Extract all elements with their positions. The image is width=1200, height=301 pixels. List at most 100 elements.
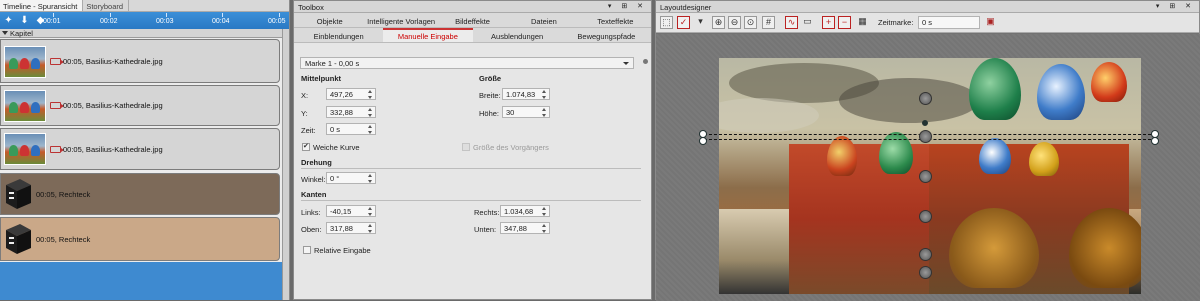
section-groesse: Größe [479,74,502,83]
motion-point-handle[interactable] [919,266,932,279]
layoutdesigner-panel: Layoutdesigner ▾ ⊞ ✕ ⬚ ✓ ▾ ⊕ ⊖ ⊙ # ∿ ▭ +… [655,0,1200,301]
links-input[interactable]: -40,15 [326,205,376,217]
zeitmarke-input[interactable]: 0 s [918,16,980,29]
toolbox-titlebar: Toolbox ▾ ⊞ ✕ [294,1,651,13]
rotate-handle[interactable] [922,120,928,126]
timeline-ruler[interactable]: ✦ ⬇ ◆ 00:01 00:02 00:03 00:04 00:05 [0,12,289,29]
timeline-panel: Timeline - Spuransicht Storyboard ✦ ⬇ ◆ … [0,0,290,300]
unten-input[interactable]: 347,88 [500,222,550,234]
ruler-tick-label: 00:04 [212,18,230,25]
scroll-indicator-icon[interactable] [643,59,648,64]
clip-label: 00:05, Basilius-Kathedrale.jpg [63,145,163,154]
timeline-clip[interactable]: 00:05, Rechteck [0,173,280,215]
panel-window-buttons[interactable]: ▾ ⊞ ✕ [1156,2,1195,10]
weiche-kurve-label: Weiche Kurve [313,143,360,152]
breite-input[interactable]: 1.074,83 [502,88,550,100]
ruler-tick-label: 00:02 [100,18,118,25]
section-kanten: Kanten [301,190,327,199]
save-icon[interactable]: ▣ [984,16,997,29]
timeline-scrollbar[interactable] [282,29,289,300]
hoehe-label: Höhe: [479,109,500,118]
x-input[interactable]: 497,26 [326,88,376,100]
relative-eingabe-checkbox[interactable] [303,246,311,254]
tab-bildeffekte[interactable]: Bildeffekte [437,13,508,27]
tab-bewegungspfade[interactable]: Bewegungspfade [562,28,651,42]
layout-canvas[interactable] [656,34,1200,301]
relative-eingabe-label: Relative Eingabe [314,246,371,255]
y-label: Y: [301,109,308,118]
marker-select[interactable]: Marke 1 - 0,00 s [300,57,634,69]
zeit-input[interactable]: 0 s [326,123,376,135]
ruler-tick-label: 00:03 [156,18,174,25]
align-icon[interactable]: ▦ [856,16,869,29]
winkel-input[interactable]: 0 ° [326,172,376,184]
collapse-caret-icon[interactable] [2,31,8,35]
rechts-input[interactable]: 1.034,68 [500,205,550,217]
hoehe-input[interactable]: 30 [502,106,550,118]
remove-marker-icon[interactable]: − [838,16,851,29]
timeline-clip[interactable]: 00:05, Basilius-Kathedrale.jpg [0,85,280,126]
oben-input[interactable]: 317,88 [326,222,376,234]
chapter-row[interactable]: Kapitel [0,29,282,38]
timeline-clip[interactable]: 00:05, Rechteck [0,217,280,261]
fit-view-icon[interactable]: ✓ [677,16,690,29]
marker-add-icon[interactable]: ✦ [3,15,14,26]
toolbox-tabs-row1: Objekte Intelligente Vorlagen Bildeffekt… [294,13,651,28]
playhead-icon[interactable]: ⬇ [19,15,30,26]
section-drehung: Drehung [301,158,332,167]
weiche-kurve-checkbox[interactable] [302,142,310,151]
motion-point-handle[interactable] [919,170,932,183]
dropdown-arrow-icon[interactable]: ▾ [694,16,707,29]
zoom-fit-icon[interactable]: ⊙ [744,16,757,29]
tab-ausblendungen[interactable]: Ausblendungen [473,28,562,42]
timeline-tabbar: Timeline - Spuransicht Storyboard [0,0,289,12]
motion-point-handle[interactable] [919,248,932,261]
add-marker-icon[interactable]: + [822,16,835,29]
tab-manuelle-eingabe[interactable]: Manuelle Eingabe [383,28,473,42]
video-camera-icon [50,102,64,109]
resize-handle[interactable] [699,137,707,145]
zoom-out-icon[interactable]: ⊖ [728,16,741,29]
timeline-clip[interactable]: 00:05, Basilius-Kathedrale.jpg [0,128,280,170]
marker-select-value: Marke 1 - 0,00 s [305,59,360,68]
camera-icon[interactable]: ▭ [801,16,814,29]
motion-point-handle[interactable] [919,130,932,143]
select-tool-icon[interactable]: ⬚ [660,16,673,29]
zeitmarke-label: Zeitmarke: [878,18,914,27]
clip-label: 00:05, Basilius-Kathedrale.jpg [63,57,163,66]
toolbox-panel: Toolbox ▾ ⊞ ✕ Objekte Intelligente Vorla… [293,0,652,300]
audio-track-area[interactable] [0,262,282,300]
motion-point-handle[interactable] [919,92,932,105]
resize-handle[interactable] [1151,137,1159,145]
section-mittelpunkt: Mittelpunkt [301,74,341,83]
video-camera-icon [50,146,64,153]
tab-intelligente-vorlagen[interactable]: Intelligente Vorlagen [365,13,436,27]
motion-path-icon[interactable]: ∿ [785,16,798,29]
panel-window-buttons[interactable]: ▾ ⊞ ✕ [608,2,647,10]
toolbox-title: Toolbox [298,3,324,12]
tab-texteffekte[interactable]: Texteffekte [580,13,651,27]
rectangle-object-icon [6,224,31,254]
groesse-vorgaenger-label: Größe des Vorgängers [473,143,549,152]
clip-label: 00:05, Basilius-Kathedrale.jpg [63,101,163,110]
divider [301,168,641,169]
clip-thumbnail [4,133,46,165]
tab-einblendungen[interactable]: Einblendungen [294,28,383,42]
groesse-vorgaenger-checkbox[interactable] [462,143,470,151]
clip-thumbnail [4,90,46,122]
chevron-down-icon [623,62,629,65]
designer-toolbar: ⬚ ✓ ▾ ⊕ ⊖ ⊙ # ∿ ▭ + − ▦ Zeitmarke: 0 s ▣ [656,13,1199,33]
zoom-in-icon[interactable]: ⊕ [712,16,725,29]
tab-objekte[interactable]: Objekte [294,13,365,27]
unten-label: Unten: [474,225,497,234]
designer-titlebar: Layoutdesigner ▾ ⊞ ✕ [656,1,1199,13]
motion-point-handle[interactable] [919,210,932,223]
y-input[interactable]: 332,88 [326,106,376,118]
tab-storyboard[interactable]: Storyboard [83,0,130,11]
timeline-clip[interactable]: 00:05, Basilius-Kathedrale.jpg [0,39,280,83]
grid-icon[interactable]: # [762,16,775,29]
tab-timeline-spuransicht[interactable]: Timeline - Spuransicht [0,0,84,11]
tab-dateien[interactable]: Dateien [508,13,579,27]
divider [301,200,641,201]
oben-label: Oben: [301,225,322,234]
